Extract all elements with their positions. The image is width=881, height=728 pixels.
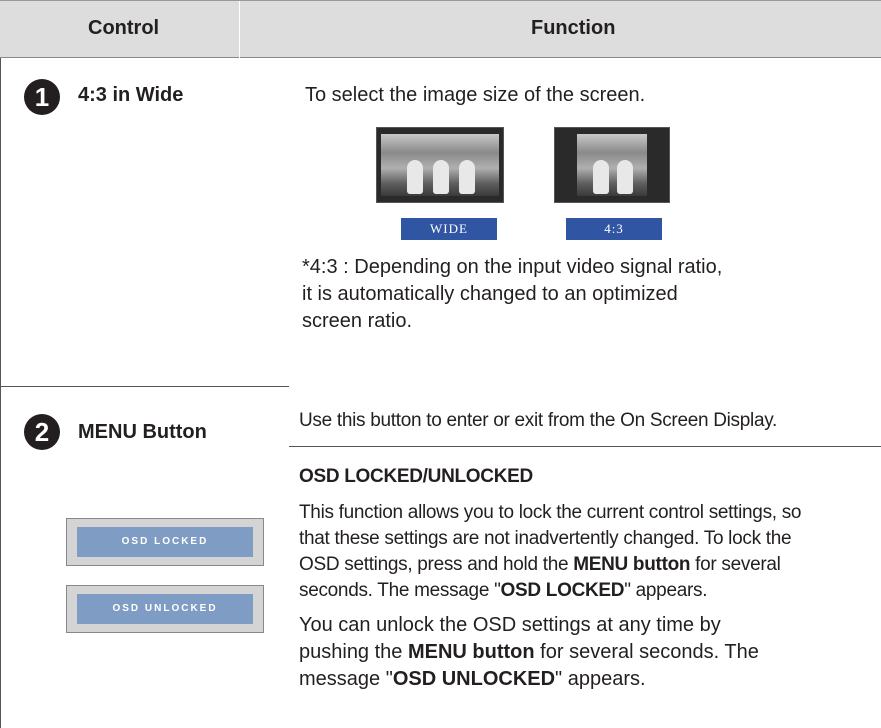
para1-line-4: seconds. The message "OSD LOCKED" appear… bbox=[299, 580, 708, 601]
row1-note-line-3: screen ratio. bbox=[302, 310, 413, 332]
osd-locked-preview: OSD LOCKED bbox=[66, 518, 264, 566]
header-control: Control bbox=[88, 17, 160, 39]
left-border-row2 bbox=[0, 386, 1, 728]
para1-line-1: This function allows you to lock the cur… bbox=[299, 502, 802, 523]
row-separator bbox=[0, 386, 289, 387]
left-border-row1 bbox=[0, 58, 1, 386]
control-name-4-3-in-wide: 4:3 in Wide bbox=[78, 84, 184, 106]
osd-unlocked-text: OSD UNLOCKED bbox=[77, 594, 253, 624]
osd-unlocked-preview: OSD UNLOCKED bbox=[66, 585, 264, 633]
row-number-2: 2 bbox=[24, 414, 60, 450]
wide-preview-image bbox=[376, 127, 504, 203]
row1-note-line-1: *4:3 : Depending on the input video sign… bbox=[302, 256, 723, 278]
header-divider bbox=[239, 1, 240, 59]
standard-preview-image bbox=[554, 127, 670, 203]
wide-label-tag: WIDE bbox=[401, 218, 497, 240]
header-function: Function bbox=[531, 17, 616, 39]
row2-separator bbox=[289, 446, 881, 447]
osd-section-title: OSD LOCKED/UNLOCKED bbox=[299, 466, 533, 487]
row-number-1: 1 bbox=[24, 79, 60, 115]
para2-line-2: pushing the MENU button for several seco… bbox=[299, 641, 759, 663]
row2-description: Use this button to enter or exit from th… bbox=[299, 410, 777, 431]
standard-label-tag: 4:3 bbox=[566, 218, 662, 240]
table-header: Control Function bbox=[0, 0, 881, 59]
control-name-menu-button: MENU Button bbox=[78, 421, 207, 443]
para2-line-1: You can unlock the OSD settings at any t… bbox=[299, 614, 721, 636]
para1-line-3: OSD settings, press and hold the MENU bu… bbox=[299, 554, 781, 575]
row1-note-line-2: it is automatically changed to an optimi… bbox=[302, 283, 678, 305]
para1-line-2: that these settings are not inadvertentl… bbox=[299, 528, 792, 549]
row1-description: To select the image size of the screen. bbox=[305, 84, 646, 106]
osd-locked-text: OSD LOCKED bbox=[77, 527, 253, 557]
para2-line-3: message "OSD UNLOCKED" appears. bbox=[299, 668, 646, 690]
